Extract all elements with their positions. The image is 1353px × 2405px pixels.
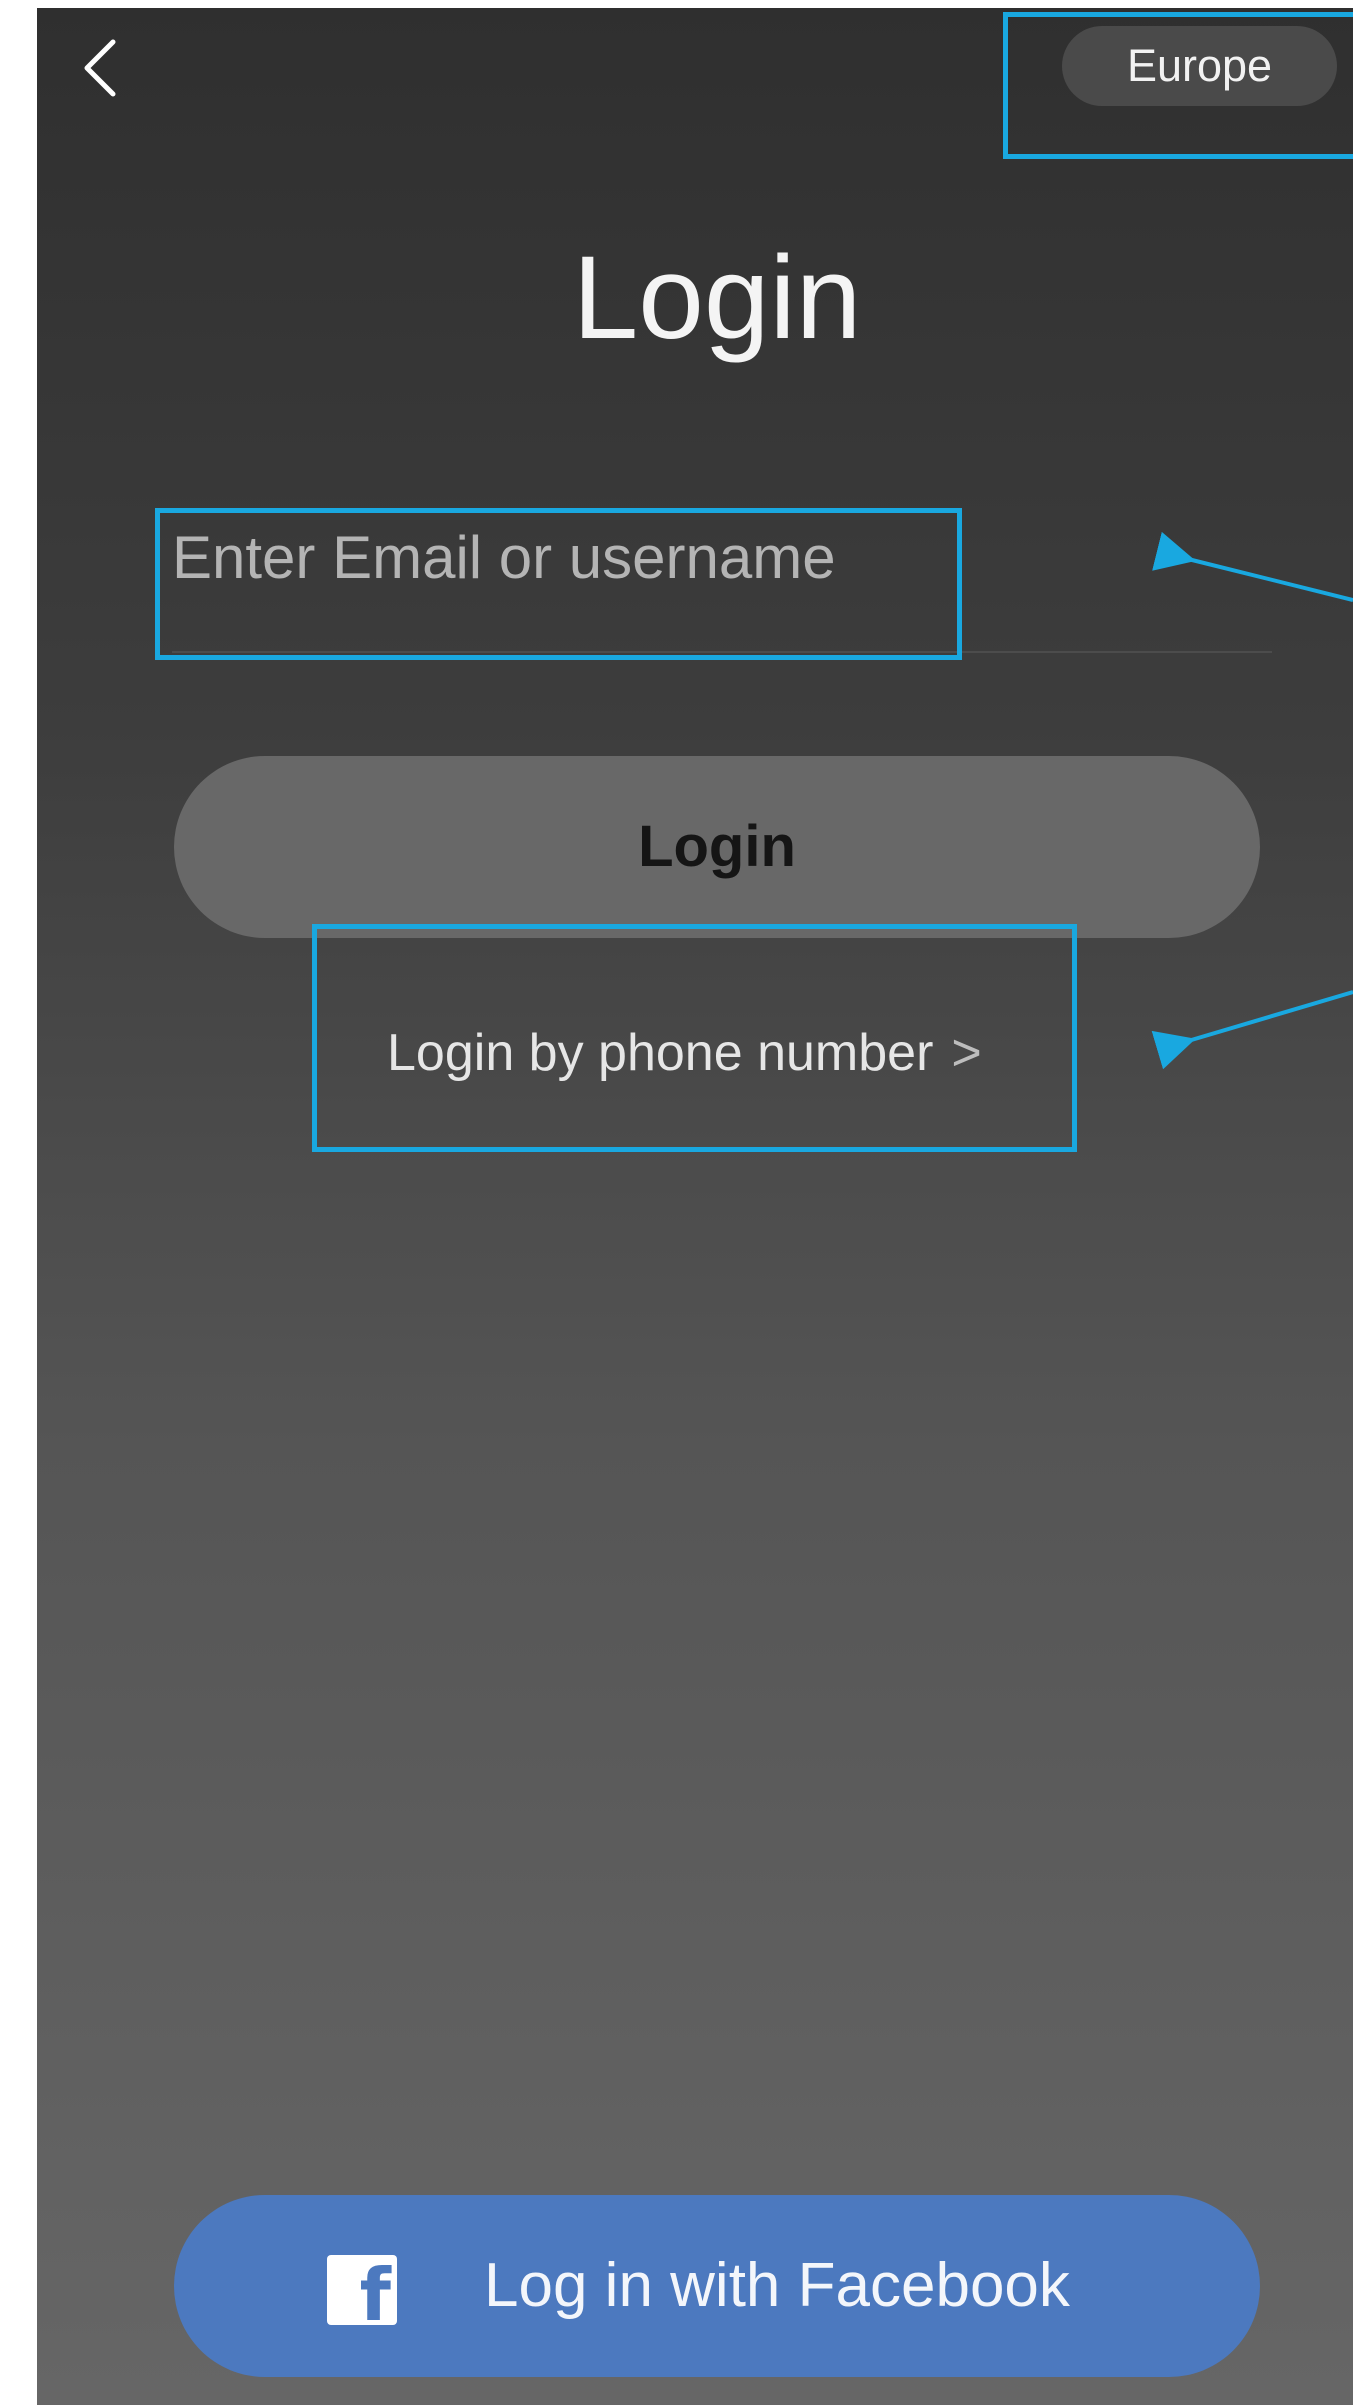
chevron-right-icon: >: [951, 1024, 982, 1082]
chevron-left-icon: [84, 39, 116, 97]
page-title: Login: [572, 232, 862, 364]
login-button[interactable]: Login: [174, 756, 1260, 938]
region-selector[interactable]: Europe: [1062, 26, 1337, 106]
facebook-icon: f: [327, 2255, 397, 2331]
login-by-phone-link[interactable]: Login by phone number >: [387, 1013, 1087, 1093]
facebook-login-button[interactable]: f Log in with Facebook: [174, 2195, 1260, 2377]
phone-login-label: Login by phone number: [387, 1024, 934, 1082]
login-screen: Europe Login Login Login by phone number…: [37, 8, 1353, 2405]
facebook-login-label: Log in with Facebook: [484, 2251, 1070, 2320]
back-button[interactable]: [65, 28, 145, 108]
email-username-field[interactable]: [172, 513, 1272, 653]
